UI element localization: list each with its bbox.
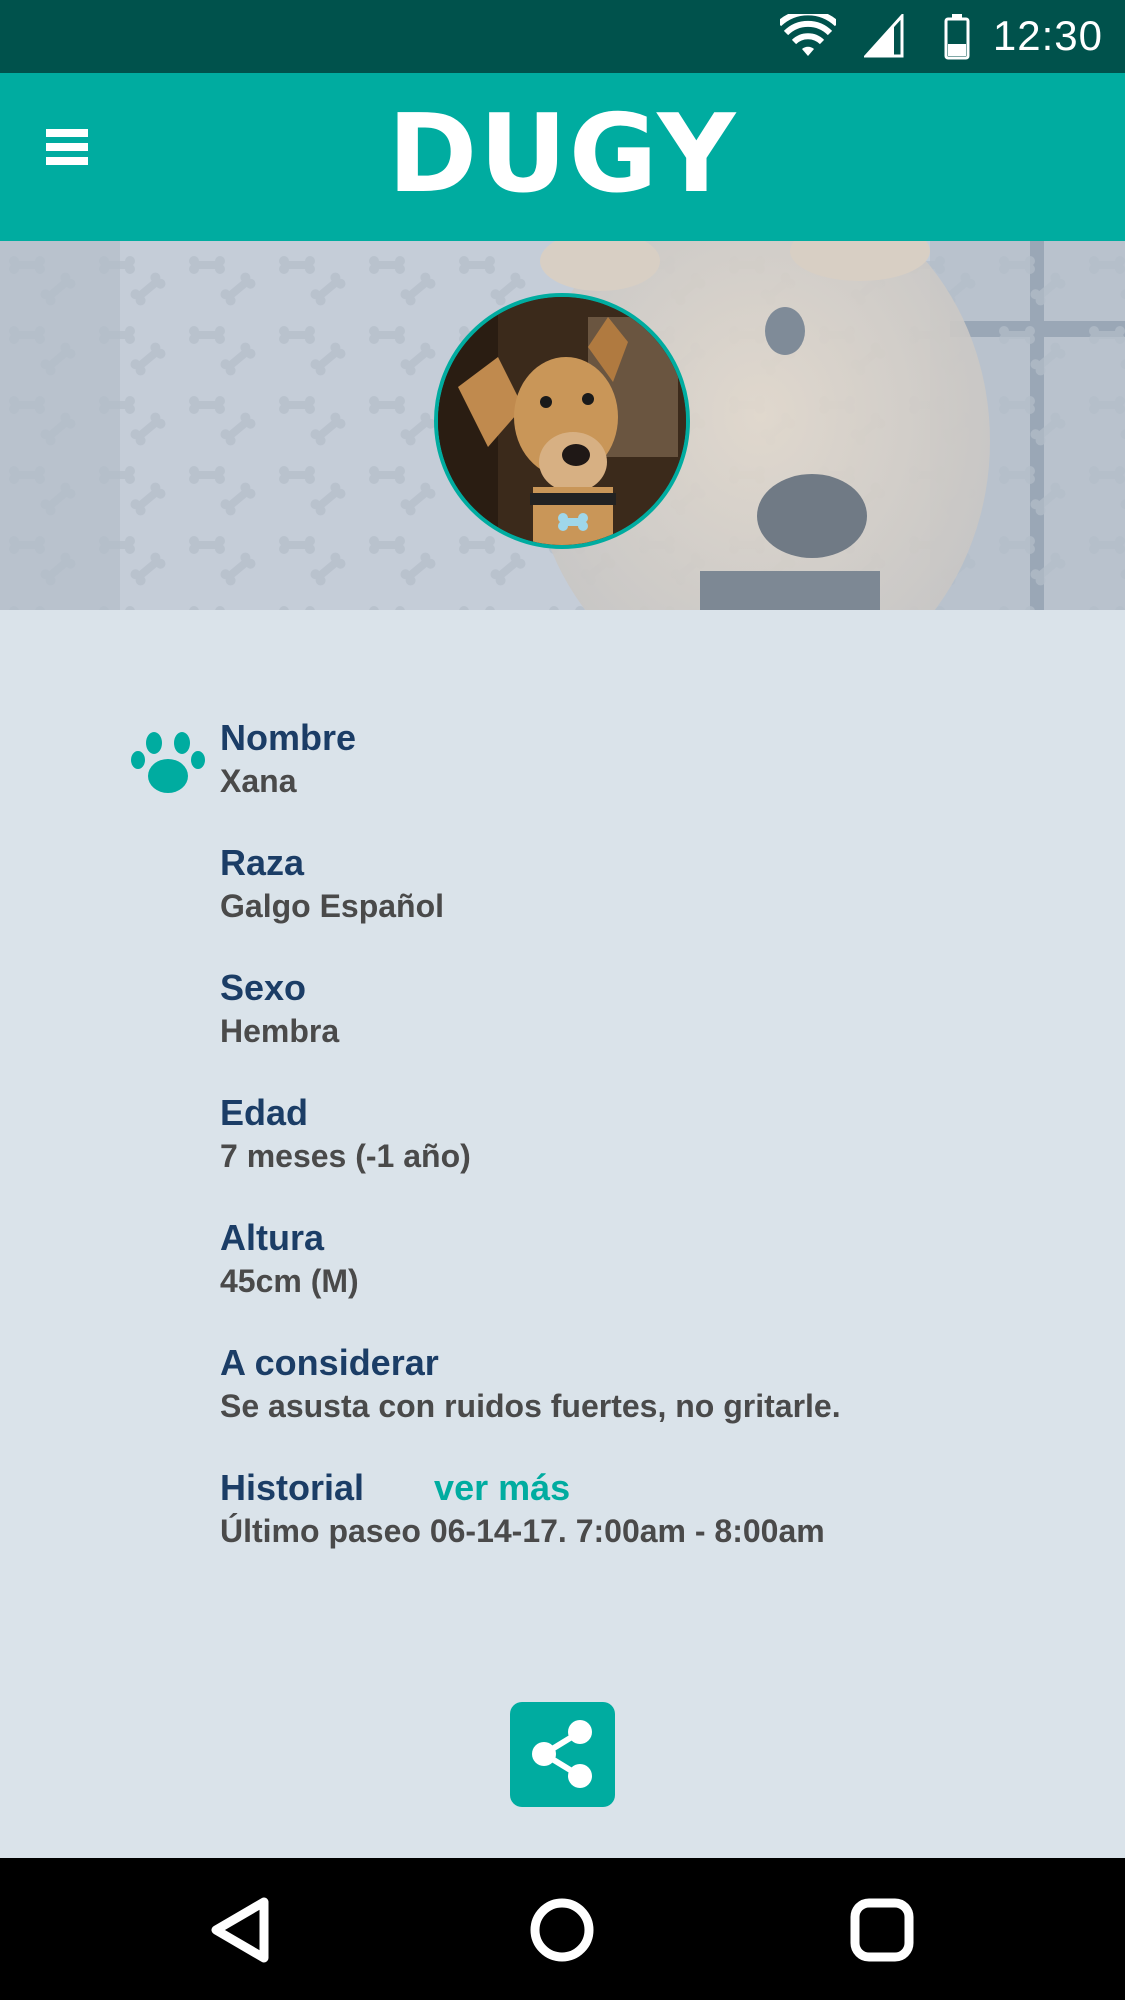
navigation-bar	[0, 1858, 1125, 2000]
field-label: Raza	[220, 842, 305, 883]
recents-icon[interactable]	[846, 1894, 918, 1966]
app-bar: DUGY	[0, 73, 1125, 241]
signal-icon	[864, 14, 904, 58]
profile-banner	[0, 241, 1125, 610]
share-button[interactable]	[510, 1702, 615, 1807]
app-title: DUGY	[387, 92, 738, 217]
status-time: 12:30	[992, 12, 1103, 59]
wifi-icon	[780, 14, 836, 56]
back-icon[interactable]	[204, 1894, 276, 1966]
field-historial: Historial ver más Último paseo 06-14-17. …	[220, 1466, 1080, 1552]
historial-label: Historial	[220, 1467, 365, 1508]
paw-icon	[131, 732, 205, 793]
share-icon	[532, 1720, 592, 1788]
battery-icon	[944, 14, 970, 60]
field-value: Galgo Español	[220, 888, 445, 924]
field-value: 7 meses (-1 año)	[220, 1138, 471, 1174]
field-value: Se asusta con ruidos fuertes, no gritarl…	[220, 1388, 841, 1424]
field-label: Altura	[220, 1217, 325, 1258]
field-label: A considerar	[220, 1342, 439, 1383]
field-label: Sexo	[220, 967, 307, 1008]
home-icon[interactable]	[526, 1894, 598, 1966]
field-a-considerar: A considerar Se asusta con ruidos fuerte…	[220, 1341, 1080, 1427]
field-label: Nombre	[220, 717, 357, 758]
field-label: Historial ver más	[220, 1466, 1080, 1510]
dog-avatar[interactable]	[434, 293, 690, 549]
dog-photo	[438, 297, 686, 545]
status-bar: 12:30	[0, 0, 1125, 73]
field-label: Edad	[220, 1092, 309, 1133]
field-sexo: Sexo Hembra	[220, 966, 1080, 1052]
field-value: 45cm (M)	[220, 1263, 359, 1299]
dog-info-section: Nombre Xana Raza Galgo Español Sexo Hemb…	[0, 610, 1125, 1858]
field-nombre: Nombre Xana	[220, 716, 1080, 802]
field-altura: Altura 45cm (M)	[220, 1216, 1080, 1302]
field-raza: Raza Galgo Español	[220, 841, 1080, 927]
field-value: Hembra	[220, 1013, 340, 1049]
field-value: Último paseo 06-14-17. 7:00am - 8:00am	[220, 1513, 825, 1549]
field-value: Xana	[220, 763, 297, 799]
ver-mas-link[interactable]: ver más	[434, 1467, 570, 1508]
field-edad: Edad 7 meses (-1 año)	[220, 1091, 1080, 1177]
